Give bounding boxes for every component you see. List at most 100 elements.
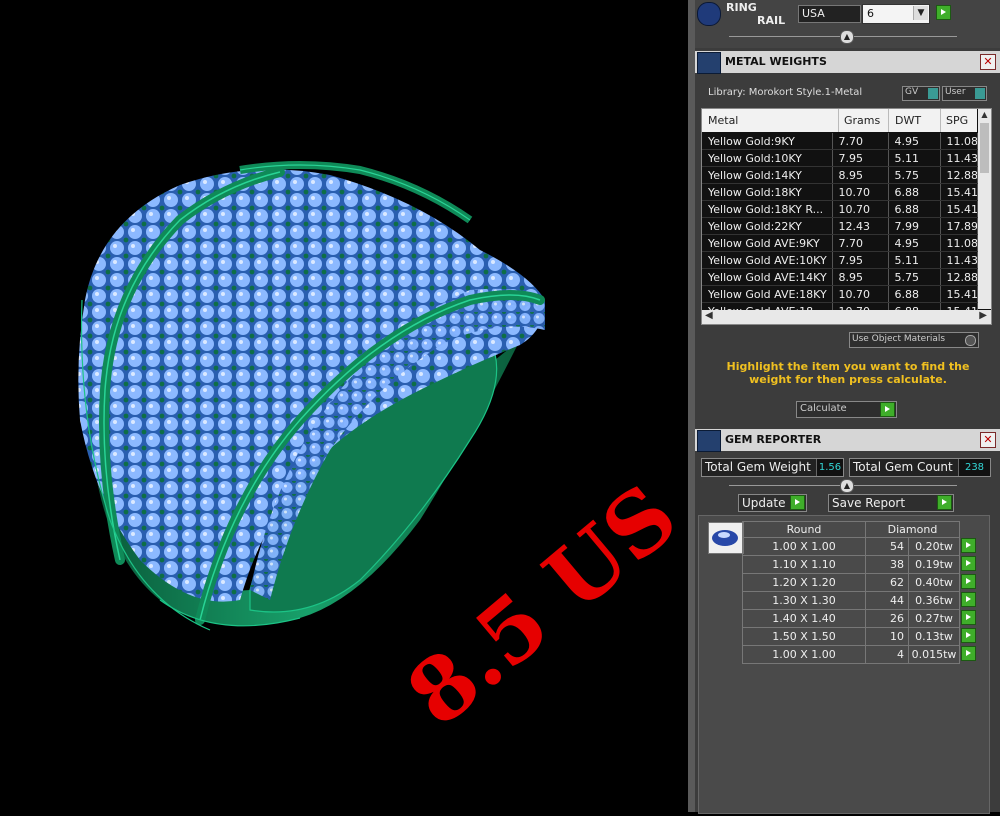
spg-cell: 15.41 xyxy=(940,183,978,201)
update-label: Update xyxy=(742,496,786,510)
total-gem-count: Total Gem Count 238 xyxy=(849,458,991,477)
dwt-column-header[interactable]: DWT xyxy=(888,109,921,132)
gem-reporter-header[interactable]: GEM REPORTER ✕ xyxy=(695,429,1000,452)
spg-cell: 11.08 xyxy=(940,133,978,150)
spg-cell: 12.88 xyxy=(940,268,978,286)
metal-row[interactable]: Yellow Gold:22KY 12.43 7.99 17.89 xyxy=(702,217,978,235)
gem-row-select-button[interactable] xyxy=(961,573,976,589)
gem-row-select-button[interactable] xyxy=(961,627,976,643)
close-icon[interactable]: ✕ xyxy=(980,432,996,448)
metal-row[interactable]: Yellow Gold AVE:18KY 10.70 6.88 15.41 xyxy=(702,285,978,303)
grams-cell: 10.70 xyxy=(832,200,889,218)
scale-icon xyxy=(697,52,721,74)
total-gem-weight: Total Gem Weight 1.56 xyxy=(701,458,844,477)
gem-weight-cell: 0.015tw xyxy=(908,645,960,664)
metal-row[interactable]: Yellow Gold:10KY 7.95 5.11 11.43 xyxy=(702,149,978,167)
save-report-label: Save Report xyxy=(832,496,906,510)
gem-count-cell: 44 xyxy=(865,591,909,610)
scroll-right-icon[interactable]: ▶ xyxy=(979,310,987,321)
ring-rail-title-line1: RING xyxy=(726,1,757,14)
gem-row: 1.10 X 1.10 38 0.19tw xyxy=(742,555,977,574)
grams-cell: 10.70 xyxy=(832,183,889,201)
dwt-cell: 4.95 xyxy=(888,234,941,252)
metal-name-cell: Yellow Gold AVE:10KY xyxy=(702,251,833,269)
metal-weights-title: METAL WEIGHTS xyxy=(725,55,827,68)
user-toggle[interactable]: User xyxy=(942,86,987,101)
metal-row[interactable]: Yellow Gold AVE:9KY 7.70 4.95 11.08 xyxy=(702,234,978,252)
toggle-indicator-icon xyxy=(975,88,985,99)
gem-row: 1.30 X 1.30 44 0.36tw xyxy=(742,591,977,610)
gem-size-cell: 1.10 X 1.10 xyxy=(742,555,866,574)
render-viewport[interactable]: 8.5 US xyxy=(0,0,696,812)
region-field[interactable]: USA xyxy=(798,5,861,23)
grams-cell: 10.70 xyxy=(832,285,889,303)
ring-rail-section: RING RAIL USA 6 ▼ ▲ xyxy=(695,0,1000,48)
gem-size-cell: 1.00 X 1.00 xyxy=(742,537,866,556)
metal-name-cell: Yellow Gold:18KY xyxy=(702,183,833,201)
calculate-label: Calculate xyxy=(800,403,847,414)
gem-weight-cell: 0.27tw xyxy=(908,609,960,628)
gv-toggle[interactable]: GV xyxy=(902,86,940,101)
grams-cell: 7.95 xyxy=(832,251,889,269)
user-toggle-label: User xyxy=(945,87,966,97)
metal-row[interactable]: Yellow Gold:14KY 8.95 5.75 12.88 xyxy=(702,166,978,184)
gem-reporter-title: GEM REPORTER xyxy=(725,433,822,446)
scroll-up-icon[interactable]: ▲ xyxy=(978,109,991,121)
metal-table-header: Metal Grams DWT SPG xyxy=(702,109,977,132)
metal-row[interactable]: Yellow Gold:18KY R... 10.70 6.88 15.41 xyxy=(702,200,978,218)
gem-weight-cell: 0.20tw xyxy=(908,537,960,556)
scroll-left-icon[interactable]: ◀ xyxy=(705,310,713,321)
calculate-button[interactable]: Calculate xyxy=(796,401,897,418)
gem-row: 1.40 X 1.40 26 0.27tw xyxy=(742,609,977,628)
gem-row-select-button[interactable] xyxy=(961,609,976,625)
gem-row-select-button[interactable] xyxy=(961,591,976,607)
update-button[interactable]: Update xyxy=(738,494,807,512)
metal-table-vscrollbar[interactable]: ▲ xyxy=(978,109,991,309)
gem-weight-cell: 0.40tw xyxy=(908,573,960,592)
total-gem-count-value: 238 xyxy=(958,459,990,476)
side-panel: RING RAIL USA 6 ▼ ▲ METAL WEIGHTS ✕ Libr… xyxy=(695,0,1000,814)
toggle-indicator-icon xyxy=(928,88,938,99)
ring-rail-collapse-icon[interactable]: ▲ xyxy=(840,30,854,44)
gem-size-cell: 1.40 X 1.40 xyxy=(742,609,866,628)
ring-rail-apply-button[interactable] xyxy=(936,5,951,20)
gem-row-select-button[interactable] xyxy=(961,555,976,571)
close-icon[interactable]: ✕ xyxy=(980,54,996,70)
save-report-button[interactable]: Save Report xyxy=(828,494,954,512)
spg-cell: 11.08 xyxy=(940,234,978,252)
grams-column-header[interactable]: Grams xyxy=(838,109,880,132)
gem-count-cell: 4 xyxy=(865,645,909,664)
size-select[interactable]: 6 ▼ xyxy=(862,4,930,24)
panel-splitter[interactable] xyxy=(688,0,695,812)
chevron-down-icon: ▼ xyxy=(913,6,928,20)
total-gem-count-label: Total Gem Count xyxy=(853,460,953,474)
play-icon xyxy=(790,495,805,510)
ring-rail-title-line2: RAIL xyxy=(757,14,786,27)
gem-collapse-icon[interactable]: ▲ xyxy=(840,479,854,493)
use-object-materials-toggle[interactable]: Use Object Materials xyxy=(849,332,979,348)
gem-count-cell: 54 xyxy=(865,537,909,556)
gem-row: 1.00 X 1.00 4 0.015tw xyxy=(742,645,977,664)
gem-count-cell: 62 xyxy=(865,573,909,592)
grams-cell: 7.95 xyxy=(832,149,889,167)
use-object-materials-label: Use Object Materials xyxy=(852,334,946,344)
ring-render: 8.5 US xyxy=(78,161,696,746)
gv-toggle-label: GV xyxy=(905,87,919,97)
gem-count-cell: 38 xyxy=(865,555,909,574)
metal-column-header[interactable]: Metal xyxy=(708,114,738,127)
total-gem-weight-label: Total Gem Weight xyxy=(705,460,811,474)
metal-table-hscrollbar[interactable]: ◀ ▶ xyxy=(702,310,991,324)
gem-row-select-button[interactable] xyxy=(961,537,976,553)
metal-row[interactable]: Yellow Gold AVE:14KY 8.95 5.75 12.88 xyxy=(702,268,978,286)
grams-cell: 12.43 xyxy=(832,217,889,235)
grams-cell: 7.70 xyxy=(832,133,889,150)
scroll-thumb[interactable] xyxy=(980,123,989,173)
gem-size-cell: 1.50 X 1.50 xyxy=(742,627,866,646)
spg-column-header[interactable]: SPG xyxy=(940,109,968,132)
round-diamond-gem-icon[interactable] xyxy=(708,522,744,554)
metal-row[interactable]: Yellow Gold:18KY 10.70 6.88 15.41 xyxy=(702,183,978,201)
metal-row[interactable]: Yellow Gold AVE:10KY 7.95 5.11 11.43 xyxy=(702,251,978,269)
gem-row-select-button[interactable] xyxy=(961,645,977,661)
metal-weights-header[interactable]: METAL WEIGHTS ✕ xyxy=(695,51,1000,74)
metal-row[interactable]: Yellow Gold:9KY 7.70 4.95 11.08 xyxy=(702,133,978,150)
